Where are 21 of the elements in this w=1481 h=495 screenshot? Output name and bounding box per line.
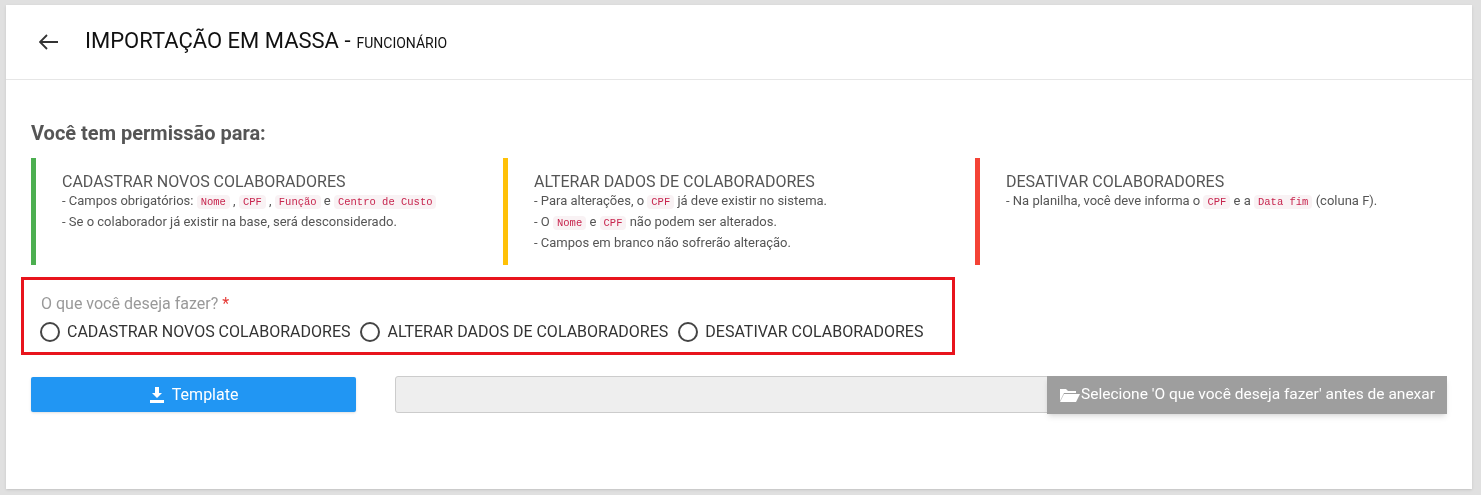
- page-title: IMPORTAÇÃO EM MASSA -: [85, 30, 351, 52]
- question-label: O que você deseja fazer?: [41, 293, 219, 315]
- back-arrow-icon[interactable]: [39, 34, 59, 50]
- description-line: - Para alterações, o CPF já deve existir no sistema.: [534, 192, 828, 211]
- required-mark: *: [222, 293, 230, 315]
- description-line: - Campos obrigatórios: Nome , CPF , Função e Centro de Custo: [62, 191, 437, 212]
- attach-button: Selecione 'O que você deseja fazer' antes de anexar: [1046, 376, 1447, 414]
- section-heading: Você tem permissão para:: [31, 120, 267, 147]
- description-line: - Campos em branco não sofrerão alteração.: [534, 234, 792, 252]
- radio-option[interactable]: ALTERAR DADOS DE COLABORADORES: [360, 320, 669, 344]
- description-line: - Na planilha, você deve informa o CPF e a Data fim (coluna F).: [1006, 192, 1378, 211]
- folder-icon: [1058, 387, 1081, 403]
- description-line: - O Nome e CPF não podem ser alterados.: [534, 213, 778, 232]
- download-icon: [148, 386, 165, 403]
- description-line: - Se o colaborador já existir na base, será desconsiderado.: [62, 213, 398, 231]
- block-title: CADASTRAR NOVOS COLABORADORES: [62, 172, 347, 191]
- block-title: ALTERAR DADOS DE COLABORADORES: [534, 172, 816, 191]
- block-title: DESATIVAR COLABORADORES: [1006, 172, 1226, 191]
- radio-option[interactable]: DESATIVAR COLABORADORES: [678, 320, 924, 344]
- radio-option[interactable]: CADASTRAR NOVOS COLABORADORES: [40, 320, 351, 344]
- page-subtitle: FUNCIONÁRIO: [356, 33, 448, 53]
